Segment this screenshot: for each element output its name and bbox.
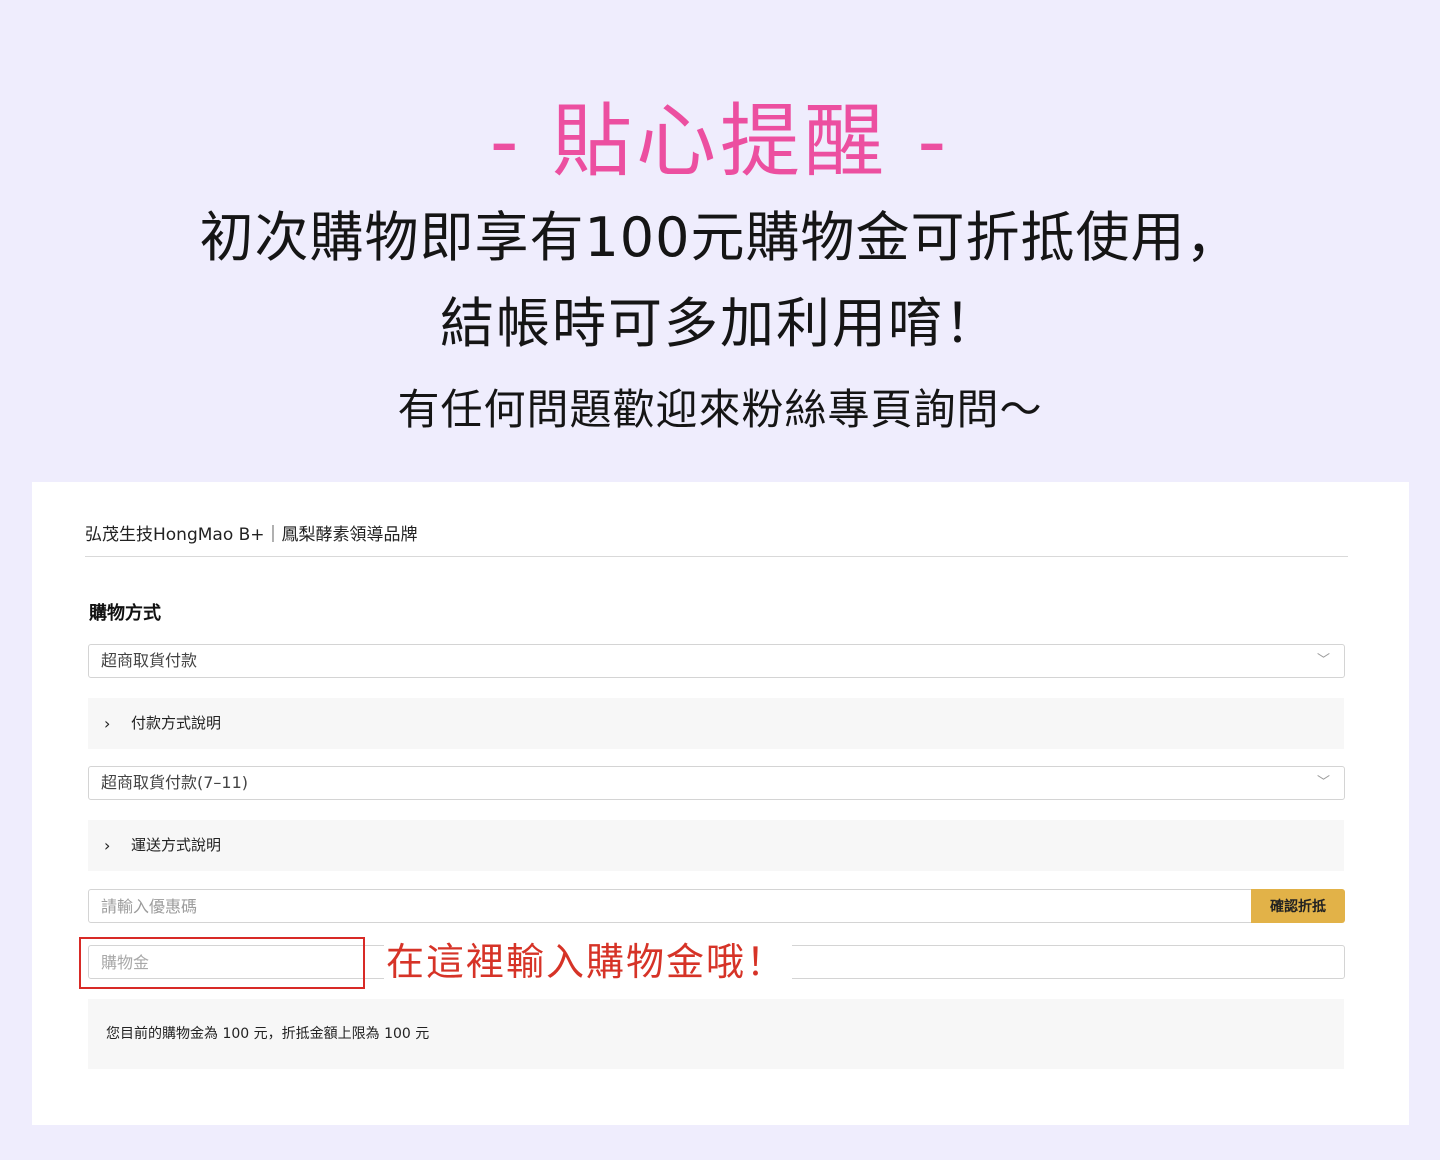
banner-line-2: 結帳時可多加利用唷！: [440, 292, 1000, 355]
payment-info-accordion[interactable]: › 付款方式說明: [88, 698, 1344, 749]
store-name: 弘茂生技HongMao B+｜鳳梨酵素領導品牌: [85, 525, 418, 545]
banner-title: - 貼心提醒 -: [489, 95, 951, 188]
chevron-down-icon: ﹀: [1316, 653, 1330, 668]
coupon-code-input[interactable]: [88, 889, 1274, 923]
payment-method-value: 超商取貨付款: [101, 651, 198, 670]
shipping-info-label: 運送方式說明: [131, 836, 222, 854]
banner-line-3: 有任何問題歡迎來粉絲專頁詢問～: [397, 385, 1043, 434]
banner-line-1: 初次購物即享有100元購物金可折抵使用，: [199, 206, 1241, 269]
credit-info-text: 您目前的購物金為 100 元，折抵金額上限為 100 元: [106, 1026, 430, 1042]
divider: [85, 556, 1348, 557]
checkout-panel: 弘茂生技HongMao B+｜鳳梨酵素領導品牌 購物方式 超商取貨付款 ﹀ › …: [32, 482, 1409, 1125]
shipping-method-value: 超商取貨付款(7–11): [101, 773, 249, 792]
chevron-right-icon: ›: [104, 714, 111, 733]
credit-info-box: 您目前的購物金為 100 元，折抵金額上限為 100 元: [88, 999, 1344, 1069]
apply-coupon-button[interactable]: 確認折抵: [1251, 889, 1345, 923]
shopping-method-label: 購物方式: [89, 603, 161, 624]
credit-hint-annotation: 在這裡輸入購物金哦！: [384, 934, 793, 990]
chevron-down-icon: ﹀: [1316, 775, 1330, 790]
payment-method-select[interactable]: 超商取貨付款 ﹀: [88, 644, 1345, 678]
shipping-info-accordion[interactable]: › 運送方式說明: [88, 820, 1344, 871]
payment-info-label: 付款方式說明: [131, 714, 222, 732]
promo-banner: - 貼心提醒 - 初次購物即享有100元購物金可折抵使用， 結帳時可多加利用唷！…: [0, 0, 1440, 480]
chevron-right-icon: ›: [104, 836, 111, 855]
shipping-method-select[interactable]: 超商取貨付款(7–11) ﹀: [88, 766, 1345, 800]
